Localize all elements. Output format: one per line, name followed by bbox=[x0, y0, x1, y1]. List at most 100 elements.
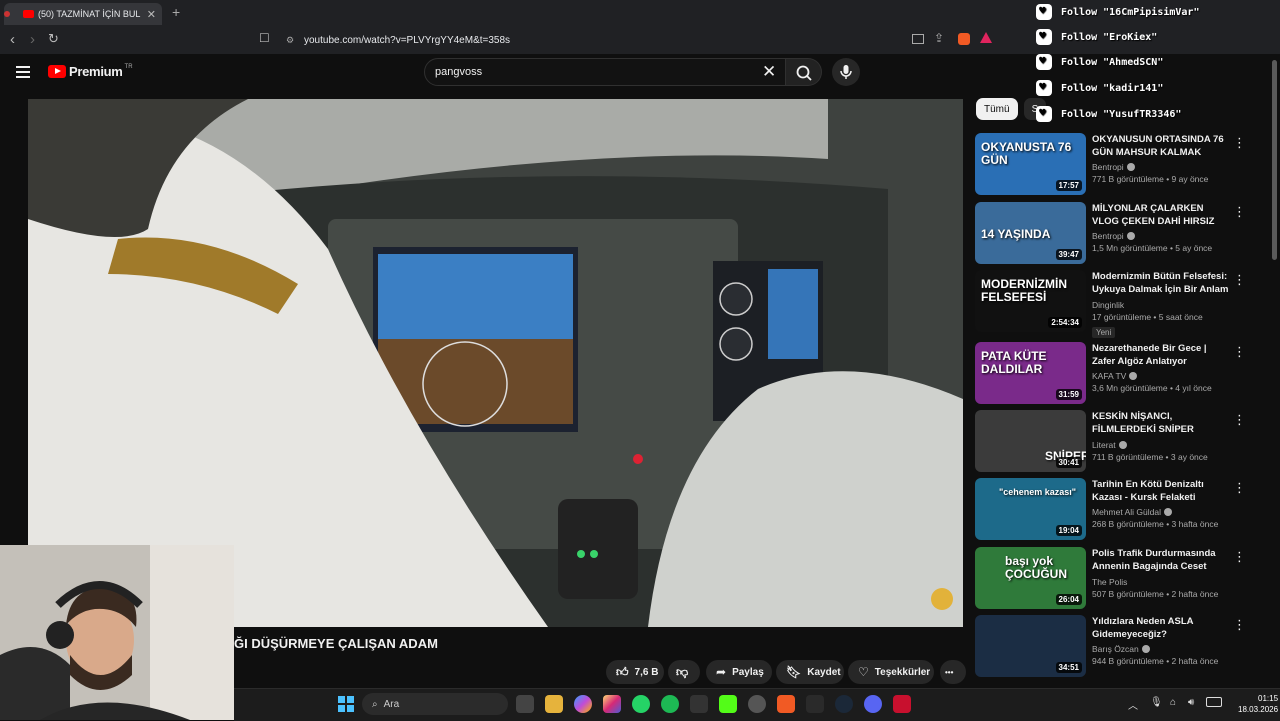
tray-chevron-icon[interactable]: ︿ bbox=[1128, 697, 1138, 712]
app-icon[interactable] bbox=[690, 695, 708, 713]
duration-badge: 2:54:34 bbox=[1048, 317, 1082, 328]
recommendation-item[interactable]: SNİPER 30:41 KESKİN NİŞANCI, FİLMLERDEKİ … bbox=[975, 410, 1255, 474]
video-title[interactable]: Yıldızlara Neden ASLA Gidemeyeceğiz? bbox=[1092, 615, 1232, 641]
follow-alert: Follow "EroKiex" bbox=[1036, 26, 1236, 48]
menu-icon[interactable] bbox=[16, 66, 30, 81]
volume-icon[interactable]: 🔊︎ bbox=[1188, 697, 1194, 708]
battery-icon[interactable] bbox=[1206, 697, 1222, 707]
thumbnail[interactable]: 34:51 bbox=[975, 615, 1086, 677]
video-title[interactable]: Modernizmin Bütün Felsefesi: Uykuya Dalm… bbox=[1092, 270, 1232, 297]
heart-icon bbox=[1036, 4, 1052, 20]
more-options-icon[interactable]: ⋮ bbox=[1233, 204, 1246, 220]
more-options-icon[interactable]: ⋮ bbox=[1233, 272, 1246, 288]
chip-all[interactable]: Tümü bbox=[976, 98, 1018, 120]
channel-name[interactable]: The Polis bbox=[1092, 577, 1127, 587]
video-title[interactable]: Nezarethanede Bir Gece | Zafer Algöz Anl… bbox=[1092, 342, 1232, 368]
video-title[interactable]: MİLYONLAR ÇALARKEN VLOG ÇEKEN DAHİ HIRSI… bbox=[1092, 202, 1232, 228]
recommendation-item[interactable]: OKYANUSTA 76 GÜN 17:57 OKYANUSUN ORTASIND… bbox=[975, 133, 1255, 197]
thumbnail[interactable]: "cehenem kazası" 19:04 bbox=[975, 478, 1086, 540]
youtube-logo[interactable]: Premium TR bbox=[48, 64, 133, 79]
more-options-icon[interactable]: ⋮ bbox=[1233, 412, 1246, 428]
video-title[interactable]: Tarihin En Kötü Denizaltı Kazası - Kursk… bbox=[1092, 478, 1232, 504]
follow-text: Follow "kadir141" bbox=[1061, 82, 1164, 94]
dislike-button[interactable]: 👎︎ bbox=[668, 660, 700, 684]
thumbnail[interactable]: 14 YAŞINDA 39:47 bbox=[975, 202, 1086, 264]
scrollbar[interactable] bbox=[1272, 60, 1277, 260]
file-explorer-icon[interactable] bbox=[545, 695, 563, 713]
task-view-icon[interactable] bbox=[516, 695, 534, 713]
recommendation-item[interactable]: "cehenem kazası" 19:04 Tarihin En Kötü De… bbox=[975, 478, 1255, 542]
channel-name[interactable]: Barış Özcan bbox=[1092, 644, 1139, 654]
url-text: youtube.com/watch?v=PLVYrgYY4eM&t=358s bbox=[304, 34, 511, 46]
channel-name[interactable]: KAFA TV bbox=[1092, 371, 1126, 381]
thumbnail[interactable]: PATA KÜTE DALDILAR 31:59 bbox=[975, 342, 1086, 404]
channel-name[interactable]: Bentropi bbox=[1092, 162, 1124, 172]
discord-icon[interactable] bbox=[864, 695, 882, 713]
more-options-icon[interactable]: ⋮ bbox=[1233, 480, 1246, 496]
forward-icon[interactable]: › bbox=[30, 31, 35, 48]
thumbnail-text: başı yok ÇOCUĞUN bbox=[1005, 554, 1067, 581]
more-options-icon[interactable]: ⋮ bbox=[1233, 344, 1246, 360]
spotify-icon[interactable] bbox=[661, 695, 679, 713]
duration-badge: 26:04 bbox=[1055, 594, 1082, 605]
more-options-icon[interactable]: ⋮ bbox=[1233, 617, 1246, 633]
new-tab-button[interactable]: + bbox=[172, 4, 180, 20]
taskbar-clock[interactable]: 01:15 18.03.2026 bbox=[1238, 693, 1278, 715]
whatsapp-icon[interactable] bbox=[632, 695, 650, 713]
brave-rewards-icon[interactable] bbox=[980, 32, 992, 43]
follow-text: Follow "AhmedSCN" bbox=[1061, 56, 1164, 68]
recommendation-item[interactable]: 34:51 Yıldızlara Neden ASLA Gidemeyeceği… bbox=[975, 615, 1255, 679]
channel-name[interactable]: Literat bbox=[1092, 440, 1116, 450]
video-title[interactable]: OKYANUSUN ORTASINDA 76 GÜN MAHSUR KALMAK bbox=[1092, 133, 1232, 159]
cast-icon[interactable] bbox=[912, 34, 924, 44]
valorant-icon[interactable] bbox=[893, 695, 911, 713]
close-tab-icon[interactable]: ✕ bbox=[147, 8, 156, 21]
recommendation-item[interactable]: başı yok ÇOCUĞUN 26:04 Polis Trafik Durdu… bbox=[975, 547, 1255, 611]
kick-icon[interactable] bbox=[719, 695, 737, 713]
more-options-icon[interactable]: ⋮ bbox=[1233, 135, 1246, 151]
recommendation-item[interactable]: MODERNİZMİN FELSEFESİ 2:54:34 Modernizmin… bbox=[975, 270, 1255, 338]
network-icon[interactable]: ⌂ bbox=[1170, 697, 1176, 708]
share-button[interactable]: ➦ Paylaş bbox=[706, 660, 772, 684]
browser-tab[interactable]: (50) TAZMİNAT İÇİN BULUND ✕ bbox=[4, 3, 162, 25]
search-button[interactable] bbox=[786, 58, 822, 86]
epic-games-icon[interactable] bbox=[806, 695, 824, 713]
clear-search-icon[interactable]: ✕ bbox=[762, 62, 776, 82]
streamer-webcam bbox=[0, 545, 234, 720]
video-title[interactable]: KESKİN NİŞANCI, FİLMLERDEKİ SNİPER SAHNE… bbox=[1092, 410, 1232, 437]
channel-name[interactable]: Mehmet Ali Güldal bbox=[1092, 507, 1161, 517]
thumbnail[interactable]: başı yok ÇOCUĞUN 26:04 bbox=[975, 547, 1086, 609]
brave-shield-icon[interactable] bbox=[958, 33, 970, 45]
save-button[interactable]: 🔖︎ Kaydet bbox=[776, 660, 844, 684]
site-info-icon[interactable]: ⚙ bbox=[286, 35, 296, 45]
microphone-tray-icon[interactable]: 🎙︎ bbox=[1150, 697, 1163, 708]
obs-icon[interactable] bbox=[748, 695, 766, 713]
copilot-icon[interactable] bbox=[574, 695, 592, 713]
share-page-icon[interactable]: ⇪ bbox=[934, 31, 944, 45]
more-actions-button[interactable]: ••• bbox=[940, 660, 966, 684]
taskbar-search[interactable]: ⌕ Ara bbox=[362, 693, 508, 715]
voice-search-button[interactable] bbox=[832, 58, 860, 86]
bookmark-icon[interactable]: ☐ bbox=[259, 31, 270, 45]
back-icon[interactable]: ‹ bbox=[10, 31, 15, 48]
thanks-button[interactable]: ♡ Teşekkürler bbox=[848, 660, 934, 684]
channel-name[interactable]: Dinginlik bbox=[1092, 300, 1124, 310]
windows-start-icon[interactable] bbox=[338, 696, 354, 712]
like-button[interactable]: 👍︎ 7,6 B bbox=[606, 660, 664, 684]
thumbnail[interactable]: OKYANUSTA 76 GÜN 17:57 bbox=[975, 133, 1086, 195]
reload-icon[interactable]: ↻ bbox=[48, 31, 59, 47]
url-bar[interactable]: ⚙ youtube.com/watch?v=PLVYrgYY4eM&t=358s bbox=[278, 30, 1038, 50]
channel-name[interactable]: Bentropi bbox=[1092, 231, 1124, 241]
recommendation-item[interactable]: PATA KÜTE DALDILAR 31:59 Nezarethanede Bi… bbox=[975, 342, 1255, 406]
thumbnail[interactable]: MODERNİZMİN FELSEFESİ 2:54:34 bbox=[975, 270, 1086, 332]
thumbnail[interactable]: SNİPER 30:41 bbox=[975, 410, 1086, 472]
video-title[interactable]: Polis Trafik Durdurmasında Annenin Bagaj… bbox=[1092, 547, 1232, 574]
steam-icon[interactable] bbox=[835, 695, 853, 713]
share-icon: ➦ bbox=[716, 665, 727, 679]
like-count: 7,6 B bbox=[634, 666, 659, 678]
recommendation-item[interactable]: 14 YAŞINDA 39:47 MİLYONLAR ÇALARKEN VLOG … bbox=[975, 202, 1255, 266]
instagram-icon[interactable] bbox=[603, 695, 621, 713]
search-input[interactable]: pangvoss bbox=[424, 58, 786, 86]
more-options-icon[interactable]: ⋮ bbox=[1233, 549, 1246, 565]
brave-icon[interactable] bbox=[777, 695, 795, 713]
